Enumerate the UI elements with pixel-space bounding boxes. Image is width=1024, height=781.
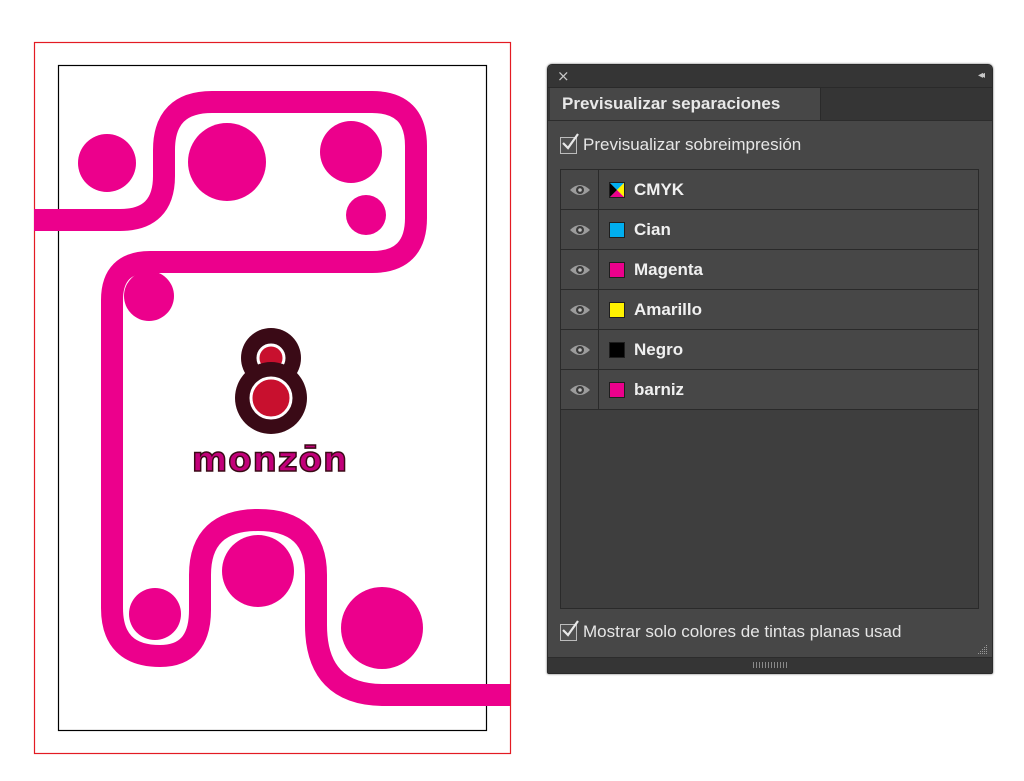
separations-preview-panel: × ◂◂ Previsualizar separaciones Previsua… xyxy=(547,64,993,674)
eye-icon[interactable] xyxy=(561,170,599,209)
separation-row-magenta[interactable]: Magenta xyxy=(561,250,978,290)
panel-drag-handle[interactable] xyxy=(753,662,787,668)
monzon-logo-mark xyxy=(235,328,307,434)
overprint-preview-checkbox[interactable] xyxy=(560,133,579,154)
separation-label: Amarillo xyxy=(634,299,703,319)
separation-label: barniz xyxy=(634,379,685,399)
resize-grip-icon[interactable] xyxy=(976,643,988,655)
eye-icon[interactable] xyxy=(561,250,599,289)
magenta-dot xyxy=(222,535,294,607)
separations-list: CMYK Cian Magenta Amarillo Negro barniz xyxy=(560,169,979,609)
eye-icon[interactable] xyxy=(561,290,599,329)
color-swatch xyxy=(609,341,625,358)
tab-separations-preview[interactable]: Previsualizar separaciones xyxy=(550,88,821,120)
document-artboard: monzōn xyxy=(0,0,540,781)
close-icon[interactable]: × xyxy=(557,67,570,85)
overprint-preview-option[interactable]: Previsualizar sobreimpresión xyxy=(560,133,801,157)
artwork-canvas xyxy=(33,41,512,755)
magenta-dot xyxy=(346,195,386,235)
eye-icon[interactable] xyxy=(561,330,599,369)
separation-row-negro[interactable]: Negro xyxy=(561,330,978,370)
separation-label: Negro xyxy=(634,339,684,359)
color-swatch xyxy=(609,221,625,238)
eye-icon[interactable] xyxy=(561,370,599,409)
separation-row-amarillo[interactable]: Amarillo xyxy=(561,290,978,330)
magenta-dot xyxy=(188,123,266,201)
panel-tab-strip: Previsualizar separaciones xyxy=(548,88,992,121)
magenta-dot xyxy=(341,587,423,669)
color-swatch xyxy=(609,181,625,198)
separations-rows: CMYK Cian Magenta Amarillo Negro barniz xyxy=(561,170,978,410)
logo-wordmark: monzōn xyxy=(191,439,349,481)
separation-row-cian[interactable]: Cian xyxy=(561,210,978,250)
overprint-preview-label: Previsualizar sobreimpresión xyxy=(583,135,802,154)
separation-label: Magenta xyxy=(634,259,703,279)
show-used-spot-colors-option[interactable]: Mostrar solo colores de tintas planas us… xyxy=(560,620,970,644)
checkmark-icon xyxy=(562,133,579,150)
panel-titlebar[interactable]: × ◂◂ xyxy=(548,65,992,88)
color-swatch xyxy=(609,381,625,398)
show-used-spot-colors-label: Mostrar solo colores de tintas planas us… xyxy=(583,622,902,641)
checkmark-icon xyxy=(562,620,579,637)
magenta-dot xyxy=(320,121,382,183)
separation-label: CMYK xyxy=(634,179,685,199)
show-used-spot-colors-checkbox[interactable] xyxy=(560,620,579,641)
collapse-panel-icon[interactable]: ◂◂ xyxy=(978,68,985,84)
color-swatch xyxy=(609,301,625,318)
separation-row-cmyk[interactable]: CMYK xyxy=(561,170,978,210)
magenta-dot xyxy=(124,271,174,321)
color-swatch xyxy=(609,261,625,278)
separation-row-barniz[interactable]: barniz xyxy=(561,370,978,410)
separation-label: Cian xyxy=(634,219,671,239)
eye-icon[interactable] xyxy=(561,210,599,249)
magenta-dot xyxy=(78,134,136,192)
panel-bottom-bar xyxy=(548,657,992,673)
magenta-dot xyxy=(129,588,181,640)
